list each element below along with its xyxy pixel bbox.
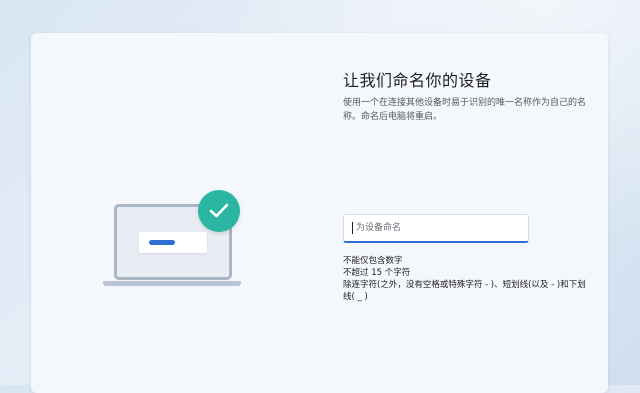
text-caret <box>352 222 353 234</box>
device-illustration <box>100 185 245 290</box>
checkmark-glyph <box>209 203 229 218</box>
page-title: 让我们命名你的设备 <box>343 71 492 90</box>
naming-rule: 除连字符(之外，没有空格或特殊字符 - )、短划线(以及 - )和下划线( _ … <box>343 280 586 302</box>
laptop-name-bar-graphic <box>149 240 175 245</box>
device-name-input[interactable] <box>343 214 529 243</box>
laptop-base-graphic <box>103 281 241 286</box>
laptop-name-field-graphic <box>139 232 207 253</box>
naming-rule: 不超过 15 个字符 <box>343 268 411 278</box>
naming-rules-list: 不能仅包含数字 不超过 15 个字符 除连字符(之外，没有空格或特殊字符 - )… <box>343 255 588 303</box>
checkmark-icon <box>198 190 240 232</box>
naming-rule: 不能仅包含数字 <box>343 256 403 266</box>
page-description: 使用一个在连接其他设备时易于识别的唯一名称作为自己的名称。命名后电脑将重启。 <box>343 98 587 122</box>
